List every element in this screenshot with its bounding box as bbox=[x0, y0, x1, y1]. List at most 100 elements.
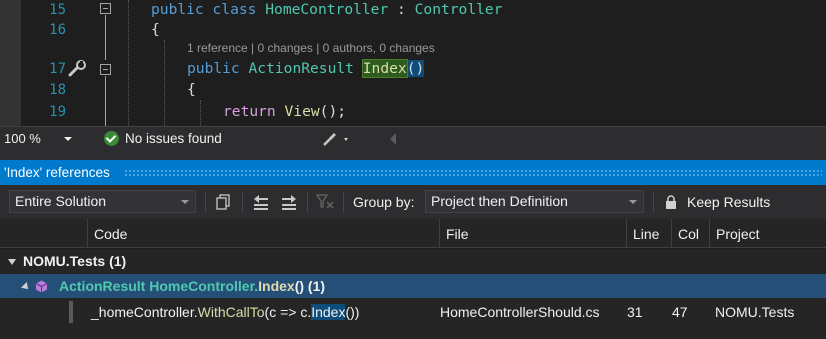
column-header-col[interactable]: Col bbox=[671, 219, 709, 248]
clear-filter-icon[interactable] bbox=[316, 193, 334, 211]
result-col: 47 bbox=[672, 304, 688, 320]
collapse-region-icon[interactable] bbox=[100, 64, 111, 75]
expand-arrow-icon[interactable] bbox=[21, 282, 31, 292]
indent-guide bbox=[200, 100, 201, 126]
zoom-value: 100 % bbox=[4, 131, 41, 146]
code-cleanup-brush-icon[interactable] bbox=[322, 131, 352, 147]
code-line[interactable]: { bbox=[151, 20, 160, 40]
code-token: () bbox=[406, 60, 425, 77]
code-token: { bbox=[151, 21, 160, 38]
code-token: HomeController bbox=[265, 1, 389, 18]
code-token: View bbox=[284, 103, 320, 120]
column-header-file[interactable]: File bbox=[439, 219, 626, 248]
line-number: 16 bbox=[49, 22, 66, 38]
code-token: public bbox=[151, 1, 204, 18]
collapse-region-icon[interactable] bbox=[100, 3, 111, 14]
code-token: class bbox=[212, 1, 257, 18]
splitter[interactable] bbox=[0, 150, 826, 160]
scope-dropdown[interactable]: Entire Solution bbox=[9, 190, 196, 213]
next-location-icon[interactable] bbox=[280, 193, 298, 211]
code-suffix: ()) bbox=[345, 304, 360, 320]
chevron-down-icon bbox=[181, 200, 189, 204]
code-token: (); bbox=[319, 103, 347, 120]
reference-result-row[interactable]: _homeController.WithCallTo(c => c.Index(… bbox=[0, 298, 826, 326]
definition-suffix: () (1) bbox=[294, 278, 326, 294]
line-number: 17 bbox=[49, 61, 66, 77]
code-token: return bbox=[223, 103, 276, 120]
chevron-down-icon bbox=[629, 200, 637, 204]
check-circle-icon bbox=[104, 131, 119, 146]
indent-guide bbox=[128, 0, 129, 126]
copy-icon[interactable] bbox=[214, 193, 232, 211]
editor-status-bar: 100 % No issues found bbox=[0, 126, 826, 150]
column-header-line[interactable]: Line bbox=[626, 219, 671, 248]
indent-guide bbox=[164, 40, 165, 126]
results-empty-area bbox=[0, 326, 826, 339]
toolbar-separator bbox=[343, 192, 344, 212]
code-editor[interactable]: 15 16 17 18 19 public class HomeControll… bbox=[0, 0, 826, 126]
toolbar-separator bbox=[242, 192, 243, 212]
title-bar-grip bbox=[124, 169, 822, 176]
code-token: Controller bbox=[414, 1, 503, 18]
references-window-title-bar[interactable]: 'Index' references bbox=[0, 160, 826, 185]
code-line[interactable]: { bbox=[187, 80, 196, 100]
result-line: 31 bbox=[627, 304, 643, 320]
definition-method: Index bbox=[258, 278, 295, 294]
previous-location-icon[interactable] bbox=[252, 193, 270, 211]
code-line[interactable]: return View(); bbox=[223, 102, 346, 122]
references-toolbar: Entire Solution Group by: Project then D… bbox=[0, 185, 826, 219]
group-by-label: Group by: bbox=[353, 194, 415, 210]
result-file: HomeControllerShould.cs bbox=[440, 304, 600, 320]
project-group-label: NOMU.Tests (1) bbox=[23, 253, 127, 269]
chevron-down-icon bbox=[64, 137, 72, 141]
code-line[interactable]: public class HomeController : Controller bbox=[151, 0, 503, 20]
code-token: { bbox=[187, 81, 196, 98]
fold-guide bbox=[105, 15, 106, 60]
window-title: 'Index' references bbox=[4, 165, 110, 180]
code-line[interactable]: public ActionResult Index() bbox=[187, 59, 425, 79]
line-number: 18 bbox=[49, 82, 66, 98]
keep-results-button[interactable]: Keep Results bbox=[687, 185, 770, 219]
result-indent-marker bbox=[69, 301, 73, 323]
code-token: public bbox=[187, 60, 240, 77]
line-number: 19 bbox=[49, 104, 66, 120]
method-icon bbox=[35, 280, 48, 293]
code-token: ActionResult bbox=[248, 60, 354, 77]
results-column-headers: Code File Line Col Project bbox=[0, 219, 826, 248]
definition-type: ActionResult bbox=[59, 278, 146, 294]
lock-icon bbox=[666, 195, 676, 209]
editor-indicator-margin bbox=[0, 0, 21, 126]
project-group-row[interactable]: NOMU.Tests (1) bbox=[0, 249, 826, 274]
code-highlight: Index bbox=[311, 304, 346, 320]
result-code: _homeController.WithCallTo(c => c.Index(… bbox=[91, 298, 359, 326]
codelens-info[interactable]: 1 reference | 0 changes | 0 authors, 0 c… bbox=[187, 41, 435, 55]
code-method: WithCallTo bbox=[197, 304, 265, 320]
scroll-left-icon[interactable] bbox=[390, 133, 396, 145]
result-project: NOMU.Tests bbox=[715, 304, 795, 320]
quick-actions-wrench-icon[interactable] bbox=[66, 60, 88, 78]
toolbar-separator bbox=[653, 192, 654, 212]
code-token: : bbox=[388, 1, 415, 18]
column-header-project[interactable]: Project bbox=[709, 219, 826, 248]
toolbar-separator bbox=[307, 192, 308, 212]
definition-row[interactable]: ActionResult HomeController.Index() (1) bbox=[0, 274, 826, 299]
column-header-code[interactable]: Code bbox=[87, 219, 439, 248]
group-by-value: Project then Definition bbox=[431, 193, 568, 209]
code-mid: (c => c. bbox=[264, 304, 312, 320]
code-token: Index bbox=[361, 59, 408, 78]
toolbar-separator bbox=[205, 192, 206, 212]
issues-text: No issues found bbox=[125, 131, 222, 146]
issues-indicator[interactable]: No issues found bbox=[104, 127, 222, 150]
expand-arrow-icon[interactable] bbox=[8, 259, 16, 265]
definition-label: ActionResult HomeController.Index() (1) bbox=[59, 274, 325, 299]
line-number: 15 bbox=[49, 2, 66, 18]
zoom-dropdown[interactable]: 100 % bbox=[0, 127, 76, 150]
definition-class: HomeController. bbox=[149, 278, 259, 294]
group-by-dropdown[interactable]: Project then Definition bbox=[425, 190, 644, 213]
code-prefix: _homeController. bbox=[91, 304, 198, 320]
